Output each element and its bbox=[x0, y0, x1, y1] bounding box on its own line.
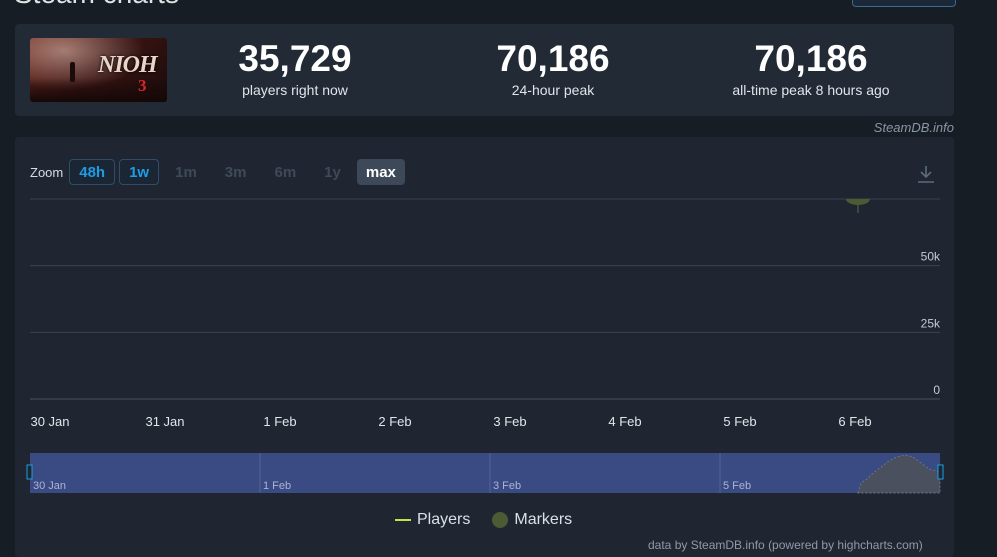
y-tick-label: 50k bbox=[921, 250, 941, 264]
stat-24h-peak: 70,186 24-hour peak bbox=[433, 38, 673, 98]
x-tick-label: 5 Feb bbox=[723, 414, 756, 429]
x-tick-label: 4 Feb bbox=[608, 414, 641, 429]
header-action-button[interactable] bbox=[852, 0, 956, 7]
navigator-range[interactable] bbox=[30, 453, 940, 493]
x-tick-label: 1 Feb bbox=[263, 414, 296, 429]
x-tick-label: 2 Feb bbox=[378, 414, 411, 429]
navigator-handle-right[interactable] bbox=[937, 464, 944, 480]
stats-panel: NIOH 3 35,729 players right now 70,186 2… bbox=[15, 24, 954, 116]
stat-label: all-time peak 8 hours ago bbox=[732, 82, 890, 98]
legend-players-swatch bbox=[395, 519, 411, 521]
marker-point[interactable] bbox=[846, 199, 870, 205]
thumbnail-figure bbox=[70, 62, 75, 82]
navigator-tick-label: 3 Feb bbox=[493, 480, 521, 492]
legend-markers[interactable]: Markers bbox=[514, 511, 572, 529]
game-thumbnail[interactable]: NIOH 3 bbox=[30, 38, 167, 102]
legend-markers-swatch bbox=[492, 512, 509, 528]
navigator-handle-left[interactable] bbox=[26, 464, 33, 480]
chart-panel: Zoom 48h 1w 1m 3m 6m 1y max 0 25k 50k 30 J… bbox=[15, 137, 954, 557]
game-logo-text: NIOH bbox=[98, 52, 158, 78]
game-logo-number: 3 bbox=[138, 76, 147, 95]
navigator-tick-label: 30 Jan bbox=[33, 480, 66, 492]
navigator-tick-label: 1 Feb bbox=[263, 480, 291, 492]
x-tick-label: 30 Jan bbox=[30, 414, 69, 429]
stat-label: 24-hour peak bbox=[511, 82, 595, 98]
stat-value: 70,186 bbox=[754, 38, 868, 79]
chart-legend: Players Markers bbox=[395, 511, 572, 529]
source-watermark: SteamDB.info bbox=[873, 120, 954, 135]
stat-label: players right now bbox=[242, 82, 348, 98]
x-tick-label: 3 Feb bbox=[493, 414, 526, 429]
stat-value: 70,186 bbox=[496, 38, 610, 79]
legend-players[interactable]: Players bbox=[417, 511, 470, 529]
stat-current-players: 35,729 players right now bbox=[175, 38, 415, 98]
stat-all-time-peak: 70,186 all-time peak 8 hours ago bbox=[691, 38, 931, 98]
navigator-tick-label: 5 Feb bbox=[723, 480, 751, 492]
x-tick-label: 6 Feb bbox=[838, 414, 871, 429]
x-tick-label: 31 Jan bbox=[145, 414, 184, 429]
stat-value: 35,729 bbox=[238, 38, 352, 79]
y-tick-label: 25k bbox=[921, 316, 941, 330]
chart-credit[interactable]: data by SteamDB.info (powered by highcha… bbox=[648, 538, 923, 552]
player-chart[interactable]: 0 25k 50k 30 Jan 31 Jan 1 Feb 2 Feb 3 Feb 4 Feb… bbox=[15, 137, 954, 507]
y-tick-label: 0 bbox=[933, 383, 940, 397]
page-title: Steam charts bbox=[14, 0, 179, 10]
